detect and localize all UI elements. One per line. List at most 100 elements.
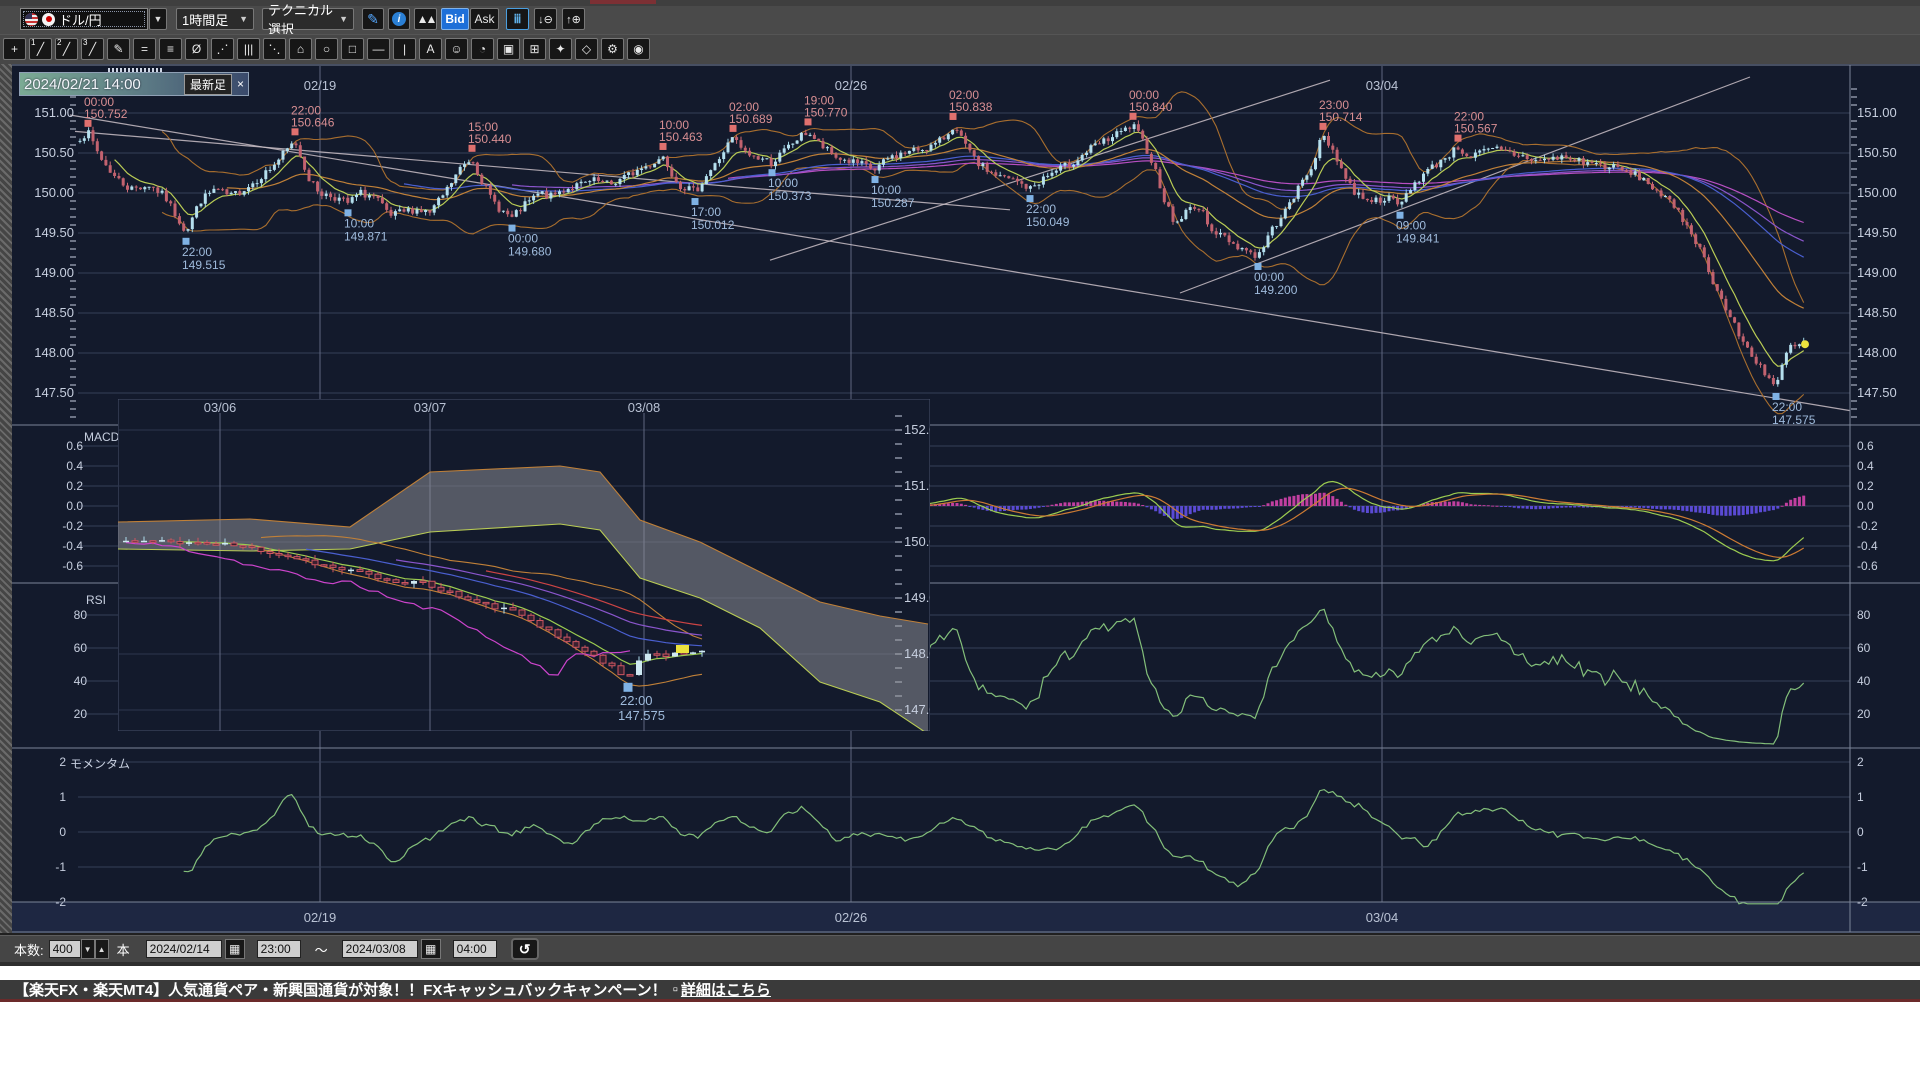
pair-dropdown-arrow[interactable]: ▼ — [149, 8, 167, 30]
crosshair-icon: + — [11, 42, 18, 56]
ask-button[interactable]: Ask — [470, 8, 499, 30]
svg-text:149.680: 149.680 — [508, 245, 552, 259]
svg-text:02/19: 02/19 — [304, 910, 337, 925]
tool-trendline-1-button[interactable]: ╱1 — [29, 38, 52, 60]
tool-gann-fan-button[interactable]: ⋱ — [263, 38, 286, 60]
unit-label: 本 — [117, 940, 130, 959]
tool-magnet-button[interactable]: ◉ — [627, 38, 650, 60]
trendlines[interactable] — [70, 77, 1850, 411]
external-link-icon: ▫ — [673, 981, 678, 998]
ellipse-icon: ○ — [323, 42, 330, 56]
from-date-input[interactable] — [146, 940, 222, 958]
tool-icon-stamp-button[interactable]: ☺ — [445, 38, 468, 60]
count-spin-up[interactable]: ▲ — [95, 939, 109, 959]
tool-ellipse-button[interactable]: ○ — [315, 38, 338, 60]
svg-text:148.00: 148.00 — [904, 646, 930, 661]
svg-text:0.0: 0.0 — [1857, 499, 1874, 513]
tool-ruler-button[interactable]: ✎ — [107, 38, 130, 60]
svg-text:150.287: 150.287 — [871, 196, 915, 210]
trendline-3-icon: ╱ — [89, 42, 96, 56]
svg-text:147.50: 147.50 — [1857, 385, 1897, 400]
horizontal-line-icon: — — [373, 42, 385, 56]
latest-bar-button[interactable]: 最新足 — [184, 74, 232, 95]
tool-pentagon-button[interactable]: ⌂ — [289, 38, 312, 60]
pointer-icon: ✦ — [555, 42, 565, 56]
clock-icon: ◔ — [479, 42, 486, 56]
tool-eraser-button[interactable]: ◇ — [575, 38, 598, 60]
fibo-timezones-icon: ||| — [244, 42, 253, 56]
currency-pair-label: ドル/円 — [59, 10, 102, 29]
campaign-banner: 【楽天FX・楽天MT4】人気通貨ペア・新興国通貨が対象！！FXキャッシュバックキ… — [0, 980, 1920, 1002]
svg-text:-0.2: -0.2 — [62, 519, 83, 533]
tool-trendline-3-button[interactable]: ╱3 — [81, 38, 104, 60]
tool-copy-button[interactable]: ▣ — [497, 38, 520, 60]
gann-fan-icon: ⋱ — [269, 42, 281, 56]
tag-drag-handle[interactable] — [108, 68, 164, 72]
tool-horizontal-line-button[interactable]: — — [367, 38, 390, 60]
tool-vertical-line-button[interactable]: | — [393, 38, 416, 60]
zoom-in-button[interactable]: ↑⊕ — [562, 8, 585, 30]
to-time-input[interactable] — [453, 940, 497, 958]
timeframe-select[interactable]: 1時間足 ▼ — [176, 8, 254, 30]
count-input[interactable] — [49, 940, 81, 958]
svg-text:150.50: 150.50 — [34, 145, 74, 160]
inset-low-marker — [624, 683, 633, 692]
tool-clock-button[interactable]: ◔ — [471, 38, 494, 60]
svg-text:17:00: 17:00 — [691, 205, 721, 219]
svg-text:22:00: 22:00 — [1026, 202, 1056, 216]
tool-horizontal-lines-button[interactable]: ≡ — [159, 38, 182, 60]
technical-select[interactable]: テクニカル選択 ▼ — [262, 8, 354, 30]
candle-zoom-button[interactable]: ⅲ — [506, 8, 529, 30]
tool-pointer-button[interactable]: ✦ — [549, 38, 572, 60]
svg-text:148.50: 148.50 — [1857, 305, 1897, 320]
svg-text:03/08: 03/08 — [628, 400, 661, 415]
count-spin-down[interactable]: ▼ — [81, 939, 95, 959]
zoom-out-button[interactable]: ↓⊖ — [534, 8, 557, 30]
moving-averages — [115, 132, 1804, 366]
to-date-input[interactable] — [342, 940, 418, 958]
fibo-circle-icon: Ø — [192, 42, 201, 56]
tool-settings-button[interactable]: ⚙ — [601, 38, 624, 60]
svg-text:150.752: 150.752 — [84, 107, 128, 121]
currency-pair-selector[interactable]: ドル/円 — [20, 8, 148, 30]
svg-text:10:00: 10:00 — [871, 183, 901, 197]
apply-range-button[interactable]: ↺ — [511, 938, 539, 960]
svg-text:148.50: 148.50 — [34, 305, 74, 320]
crosshair-info-tag[interactable]: 2024/02/21 14:00 最新足 × — [19, 72, 249, 96]
tool-text-button[interactable]: A — [419, 38, 442, 60]
info-icon: i — [392, 12, 406, 26]
svg-text:150.567: 150.567 — [1454, 122, 1498, 136]
inset-low-price: 147.575 — [618, 708, 665, 723]
tool-fibo-timezones-button[interactable]: ||| — [237, 38, 260, 60]
svg-text:22:00: 22:00 — [182, 245, 212, 259]
chevron-down-icon: ▼ — [239, 14, 248, 24]
tool-parallel-lines-button[interactable]: = — [133, 38, 156, 60]
tool-fibo-circle-button[interactable]: Ø — [185, 38, 208, 60]
draw-pencil-button[interactable]: ✎ — [362, 8, 384, 30]
svg-text:10:00: 10:00 — [768, 176, 798, 190]
tool-badge: 1 — [31, 38, 35, 47]
svg-text:-1: -1 — [1857, 860, 1868, 874]
drawing-toolbar: +╱1╱2╱3✎=≡Ø⋰|||⋱⌂○□—|A☺◔▣⊞✦◇⚙◉ — [0, 34, 1920, 65]
banner-text: 【楽天FX・楽天MT4】人気通貨ペア・新興国通貨が対象！！FXキャッシュバックキ… — [14, 979, 667, 1000]
banner-detail-link[interactable]: 詳細はこちら — [681, 979, 771, 1000]
tool-rectangle-button[interactable]: □ — [341, 38, 364, 60]
svg-text:147.00: 147.00 — [904, 702, 930, 717]
from-time-input[interactable] — [257, 940, 301, 958]
bid-button[interactable]: Bid — [441, 8, 469, 30]
zoom-inset-window[interactable]: 22:00147.575152.00151.00150.00149.00148.… — [118, 399, 930, 731]
tool-crosshair-button[interactable]: + — [3, 38, 26, 60]
tool-paste-button[interactable]: ⊞ — [523, 38, 546, 60]
info-button[interactable]: i — [388, 8, 410, 30]
svg-text:02/19: 02/19 — [304, 78, 337, 93]
tag-close-icon[interactable]: × — [237, 77, 244, 91]
svg-text:-0.6: -0.6 — [62, 559, 83, 573]
tool-trendline-2-button[interactable]: ╱2 — [55, 38, 78, 60]
svg-text:151.00: 151.00 — [34, 105, 74, 120]
from-calendar-button[interactable]: ▦ — [225, 939, 245, 959]
chart-style-button[interactable]: ▲▲ — [414, 8, 437, 30]
mountain-icon: ▲▲ — [417, 12, 435, 26]
to-calendar-button[interactable]: ▦ — [421, 939, 441, 959]
zoom-in-icon: ↑⊕ — [566, 13, 581, 26]
tool-fibo-fan-button[interactable]: ⋰ — [211, 38, 234, 60]
